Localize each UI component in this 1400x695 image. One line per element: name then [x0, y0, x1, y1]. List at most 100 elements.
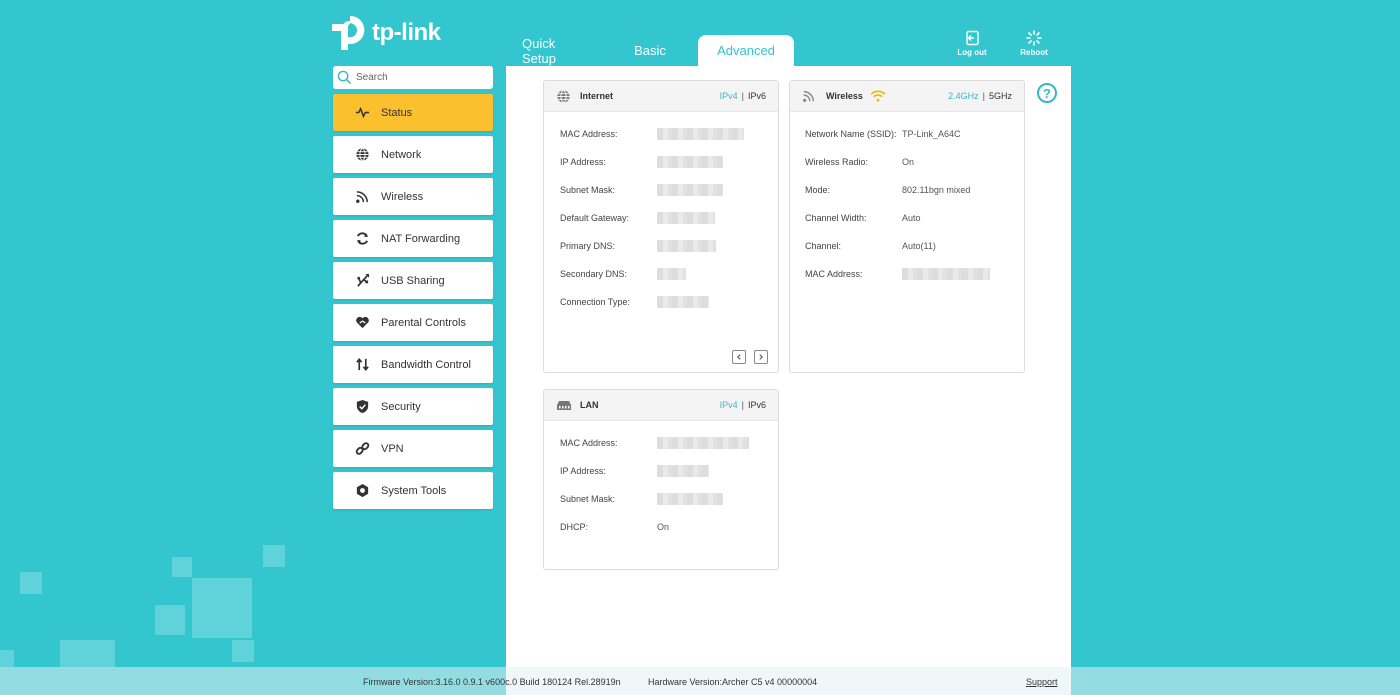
reboot-icon — [1026, 30, 1042, 46]
ipv4-toggle[interactable]: IPv4 — [720, 91, 738, 101]
internet-card-header: Internet IPv4 | IPv6 — [544, 81, 778, 112]
logout-icon — [966, 30, 979, 46]
row-value: TP-Link_A64C — [902, 129, 961, 139]
redacted-value — [657, 184, 723, 196]
sidebar-item-label: USB Sharing — [381, 274, 445, 287]
redacted-value — [902, 268, 990, 280]
decorative-square — [172, 557, 192, 577]
row-label: Connection Type: — [560, 297, 630, 307]
row-label: IP Address: — [560, 157, 606, 167]
next-page-button[interactable] — [754, 350, 768, 364]
detail-row: Default Gateway: — [560, 204, 778, 232]
wireless-card-header: Wireless 2.4GHz | 5GHz — [790, 81, 1024, 112]
detail-row: Subnet Mask: — [560, 485, 778, 513]
sidebar-item-wireless[interactable]: Wireless — [333, 178, 493, 215]
sidebar-item-vpn[interactable]: VPN — [333, 430, 493, 467]
row-label: Default Gateway: — [560, 213, 630, 223]
updown-arrows-icon — [354, 357, 370, 373]
sidebar-item-network[interactable]: Network — [333, 136, 493, 173]
internet-details: MAC Address: IP Address: Subnet Mask: De… — [544, 112, 778, 316]
redacted-value — [657, 128, 744, 140]
sidebar-item-label: VPN — [381, 442, 404, 455]
search-input[interactable] — [356, 72, 486, 83]
detail-row: Channel Width: Auto — [805, 204, 1024, 232]
wifi-status-icon — [870, 90, 886, 102]
decorative-square — [263, 545, 285, 567]
band-switch: 2.4GHz | 5GHz — [948, 91, 1012, 101]
separator: | — [982, 91, 985, 101]
card-title: LAN — [580, 400, 599, 410]
protocol-switch: IPv4 | IPv6 — [720, 91, 766, 101]
support-link[interactable]: Support — [1026, 677, 1058, 687]
detail-row: IP Address: — [560, 457, 778, 485]
detail-row: Secondary DNS: — [560, 260, 778, 288]
ipv4-toggle[interactable]: IPv4 — [720, 400, 738, 410]
firmware-version: Firmware Version:3.16.0 0.9.1 v600c.0 Bu… — [363, 677, 621, 687]
protocol-switch: IPv4 | IPv6 — [720, 400, 766, 410]
ipv6-toggle[interactable]: IPv6 — [748, 91, 766, 101]
wireless-card: Wireless 2.4GHz | 5GHz Network Name (SSI… — [789, 80, 1025, 373]
tab-advanced[interactable]: Advanced — [698, 35, 794, 66]
row-value: Auto — [902, 213, 921, 223]
internet-card: Internet IPv4 | IPv6 MAC Address: IP Add… — [543, 80, 779, 373]
detail-row: Subnet Mask: — [560, 176, 778, 204]
sidebar-item-bandwidth-control[interactable]: Bandwidth Control — [333, 346, 493, 383]
sidebar-item-label: Parental Controls — [381, 316, 466, 329]
wifi-icon — [802, 88, 818, 104]
tab-basic[interactable]: Basic — [602, 35, 698, 66]
help-button[interactable]: ? — [1037, 83, 1057, 103]
sidebar-item-usb-sharing[interactable]: USB Sharing — [333, 262, 493, 299]
prev-page-button[interactable] — [732, 350, 746, 364]
reboot-button[interactable]: Reboot — [1014, 30, 1054, 57]
band-5ghz-toggle[interactable]: 5GHz — [989, 91, 1012, 101]
band-2-4ghz-toggle[interactable]: 2.4GHz — [948, 91, 979, 101]
row-label: Network Name (SSID): — [805, 129, 897, 139]
sidebar-item-label: Bandwidth Control — [381, 358, 471, 371]
redacted-value — [657, 437, 749, 449]
logout-button[interactable]: Log out — [952, 30, 992, 57]
hardware-version: Hardware Version:Archer C5 v4 00000004 — [648, 677, 818, 687]
logout-label: Log out — [957, 48, 987, 57]
detail-row: IP Address: — [560, 148, 778, 176]
sidebar-item-status[interactable]: Status — [333, 94, 493, 131]
detail-row: MAC Address: — [560, 120, 778, 148]
decorative-square — [60, 640, 115, 667]
decorative-square — [0, 650, 14, 667]
wifi-icon — [354, 189, 370, 205]
search-icon — [337, 70, 352, 85]
row-label: Channel: — [805, 241, 842, 251]
sidebar-item-system-tools[interactable]: System Tools — [333, 472, 493, 509]
decorative-square — [192, 578, 252, 638]
reboot-label: Reboot — [1020, 48, 1048, 57]
link-icon — [354, 441, 370, 457]
logo-text: tp-link — [372, 19, 441, 46]
gear-icon — [354, 483, 370, 499]
row-label: Subnet Mask: — [560, 494, 616, 504]
chevron-right-icon — [759, 354, 763, 360]
ipv6-toggle[interactable]: IPv6 — [748, 400, 766, 410]
tp-link-logo-icon — [332, 14, 368, 52]
separator: | — [741, 91, 744, 101]
heart-icon — [354, 315, 370, 331]
pager — [732, 350, 768, 364]
sidebar-item-nat-forwarding[interactable]: NAT Forwarding — [333, 220, 493, 257]
usb-icon — [354, 273, 370, 289]
lan-details: MAC Address: IP Address: Subnet Mask: DH… — [544, 421, 778, 541]
detail-row: MAC Address: — [805, 260, 1024, 288]
redacted-value — [657, 296, 709, 308]
sidebar-item-parental-controls[interactable]: Parental Controls — [333, 304, 493, 341]
chevron-left-icon — [737, 354, 741, 360]
sidebar-item-label: System Tools — [381, 484, 447, 497]
redacted-value — [657, 493, 723, 505]
footer: Firmware Version:3.16.0 0.9.1 v600c.0 Bu… — [0, 667, 1400, 695]
row-label: MAC Address: — [805, 269, 863, 279]
sidebar-item-security[interactable]: Security — [333, 388, 493, 425]
decorative-square — [232, 640, 254, 662]
tab-quick-setup[interactable]: Quick Setup — [506, 35, 602, 66]
sidebar-item-label: Status — [381, 106, 413, 119]
decorative-square — [20, 572, 42, 594]
tp-link-logo: tp-link — [332, 14, 441, 52]
row-value: Auto(11) — [902, 241, 936, 251]
nat-icon — [354, 231, 370, 247]
sidebar-menu: Status Network Wireless NAT Forwarding U… — [333, 94, 493, 514]
